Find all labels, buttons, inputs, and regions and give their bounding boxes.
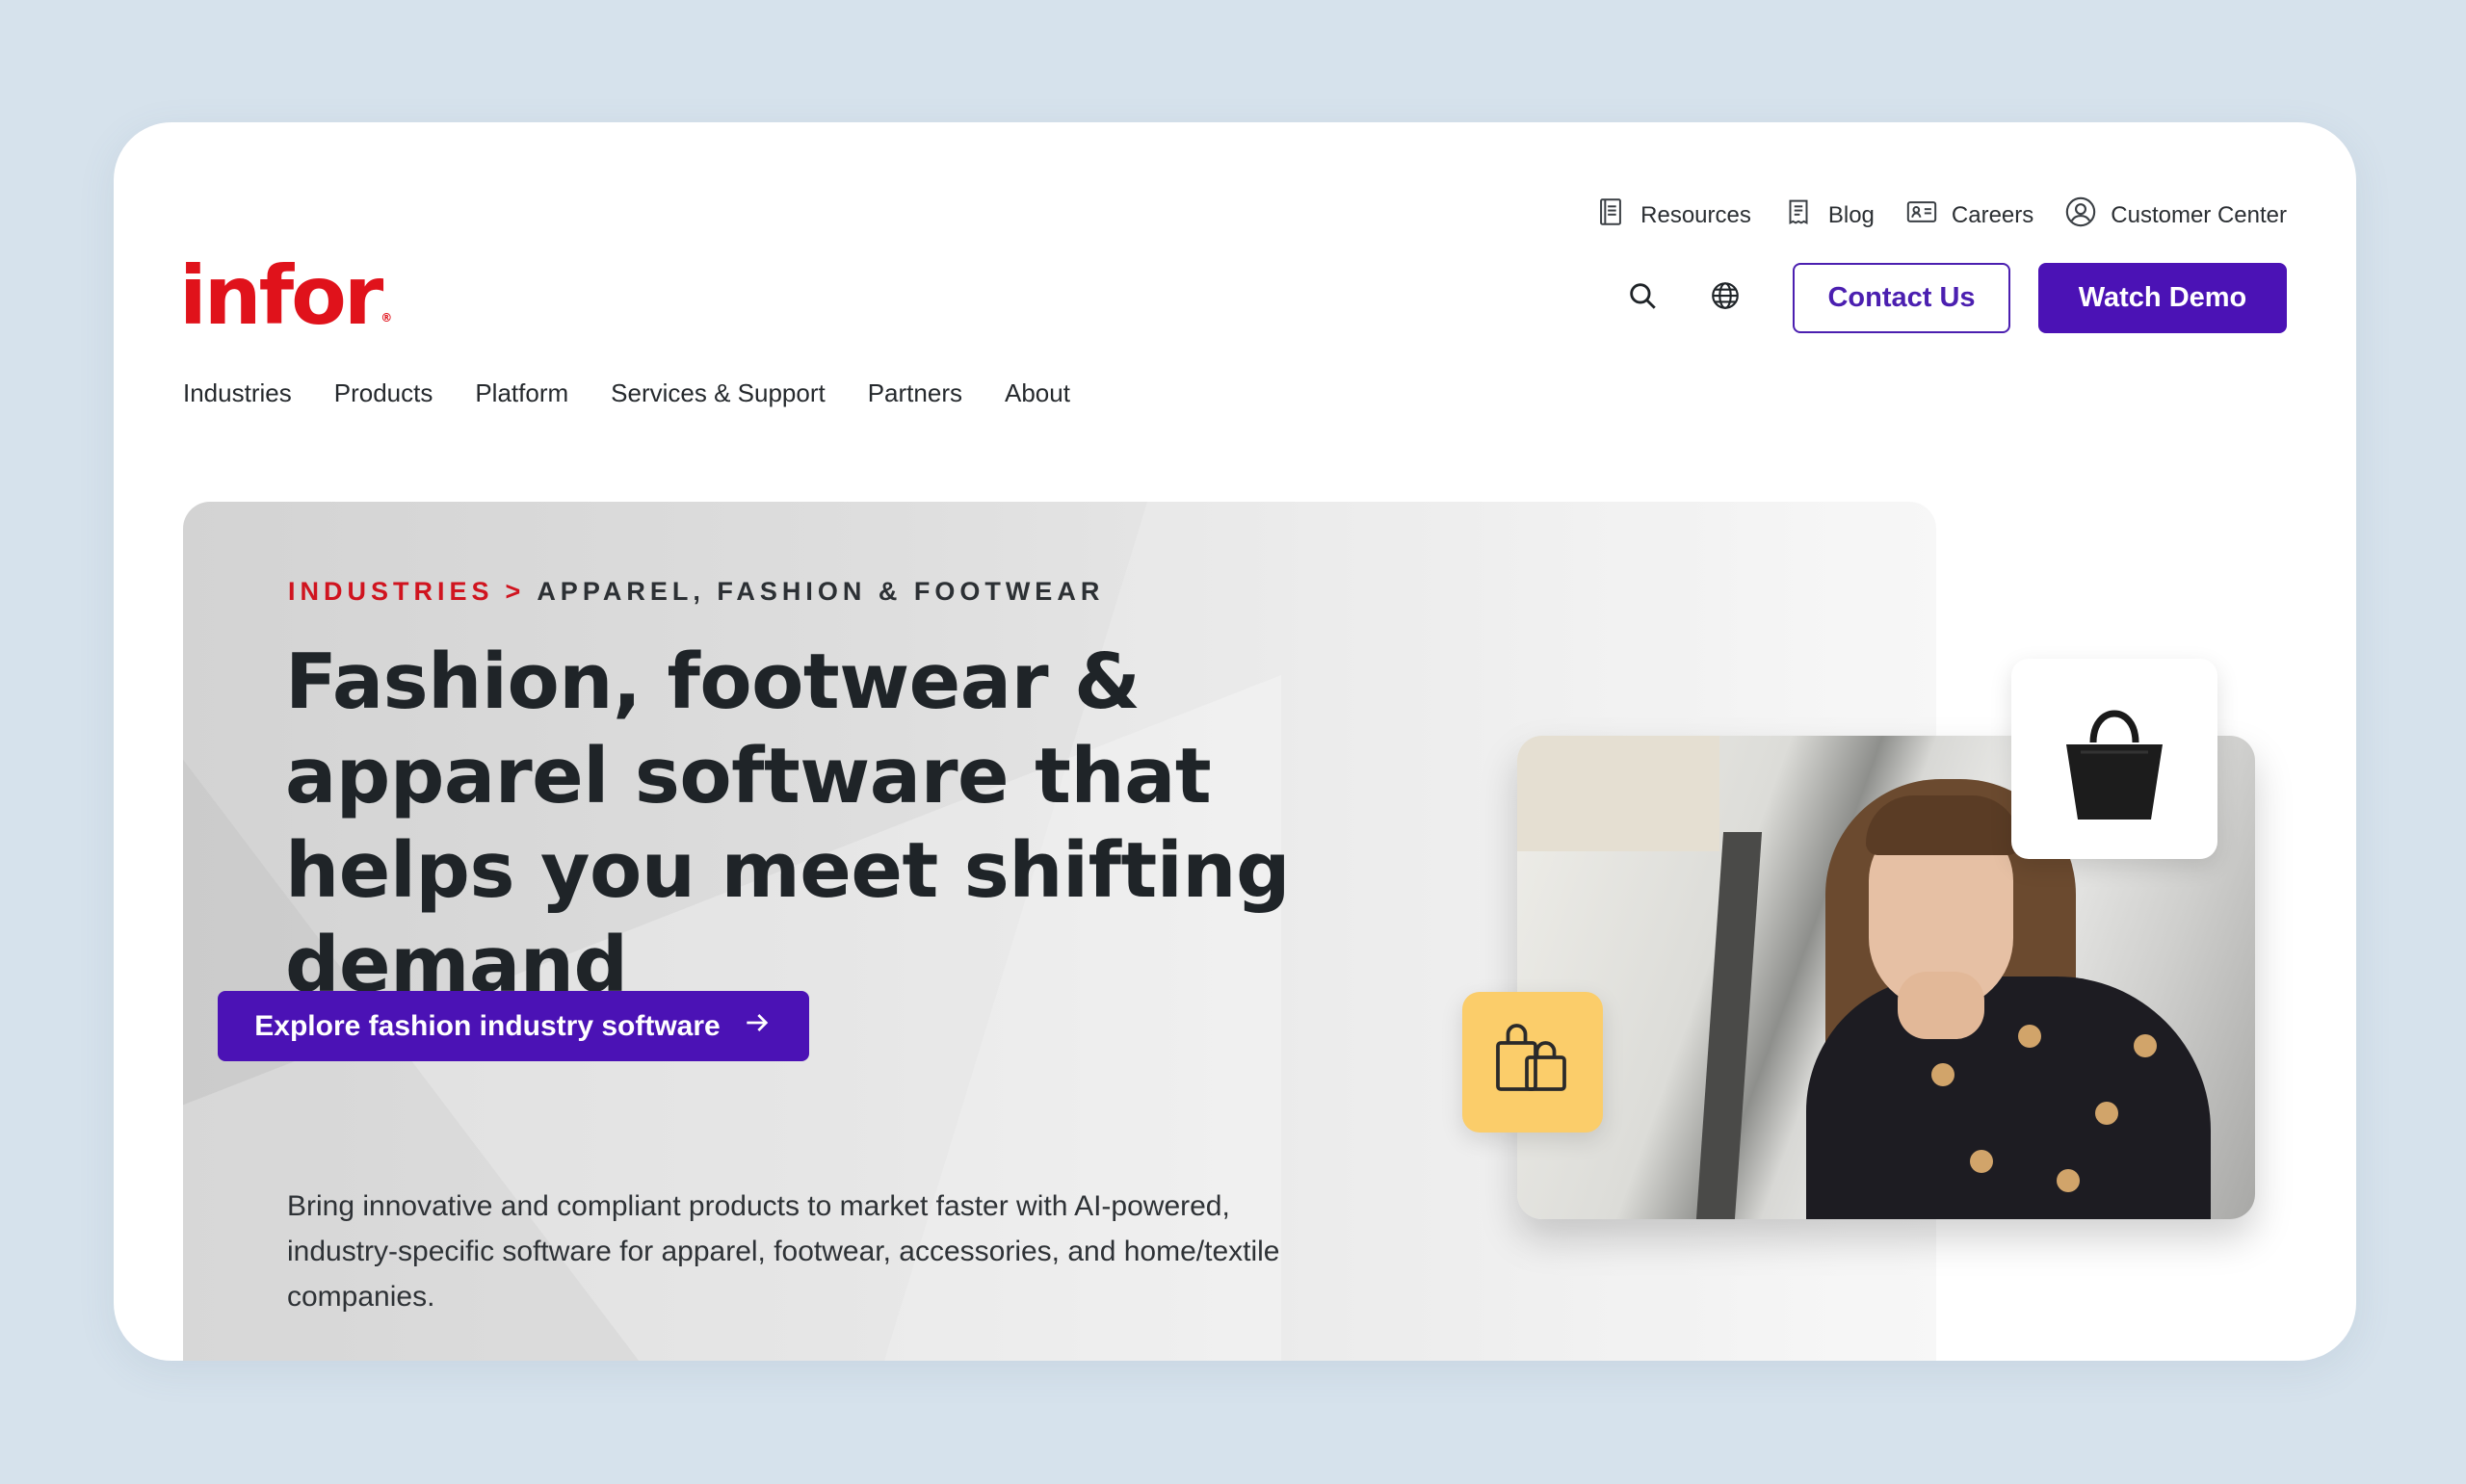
header-actions: Contact Us Watch Demo: [1617, 263, 2287, 333]
contact-us-button[interactable]: Contact Us: [1793, 263, 2010, 333]
search-button[interactable]: [1617, 273, 1667, 324]
description-line: companies.: [287, 1281, 435, 1313]
language-button[interactable]: [1700, 273, 1750, 324]
customer-center-label: Customer Center: [2111, 201, 2287, 228]
shopping-bags-icon: [1486, 1014, 1579, 1111]
blog-link[interactable]: Blog: [1782, 195, 1875, 235]
shopping-bags-badge: [1462, 992, 1603, 1133]
title-line: apparel software that: [285, 732, 1212, 820]
title-line: helps you meet shifting: [285, 826, 1291, 915]
careers-label: Careers: [1951, 201, 2034, 228]
description-line: Bring innovative and compliant products …: [287, 1190, 1230, 1222]
blog-label: Blog: [1827, 201, 1875, 228]
breadcrumb: INDUSTRIES > APPAREL, FASHION & FOOTWEAR: [288, 577, 1104, 607]
nav-item-platform[interactable]: Platform: [475, 378, 568, 408]
resources-link[interactable]: Resources: [1594, 195, 1751, 235]
breadcrumb-separator: >: [505, 577, 526, 606]
nav-item-about[interactable]: About: [1005, 378, 1070, 408]
nav-item-industries[interactable]: Industries: [183, 378, 292, 408]
resources-label: Resources: [1640, 201, 1751, 228]
careers-link[interactable]: Careers: [1905, 195, 2033, 235]
nav-item-services-support[interactable]: Services & Support: [611, 378, 826, 408]
breadcrumb-current: APPAREL, FASHION & FOOTWEAR: [537, 577, 1105, 606]
search-icon: [1626, 279, 1659, 317]
watch-demo-button[interactable]: Watch Demo: [2038, 263, 2287, 333]
title-line: Fashion, footwear &: [285, 638, 1141, 726]
globe-icon: [1709, 279, 1742, 317]
cta-label: Explore fashion industry software: [254, 1009, 721, 1042]
logo-text: infor: [179, 248, 383, 343]
main-nav: Industries Products Platform Services & …: [183, 378, 1070, 408]
utility-nav: Resources Blog Careers Customer Center: [1594, 195, 2287, 235]
nav-item-products[interactable]: Products: [334, 378, 433, 408]
user-circle-icon: [2064, 195, 2097, 235]
explore-software-button[interactable]: Explore fashion industry software: [218, 991, 809, 1061]
browser-page: Resources Blog Careers Customer Center i…: [114, 122, 2356, 1361]
book-icon: [1594, 195, 1627, 235]
document-icon: [1782, 195, 1815, 235]
breadcrumb-industries[interactable]: INDUSTRIES: [288, 577, 494, 607]
hero-description: Bring innovative and compliant products …: [287, 1184, 1356, 1319]
nav-item-partners[interactable]: Partners: [868, 378, 962, 408]
id-card-icon: [1905, 195, 1938, 235]
description-line: industry-specific software for apparel, …: [287, 1236, 1280, 1267]
handbag-card: [2011, 659, 2217, 859]
arrow-right-icon: [742, 1007, 773, 1046]
handbag-icon: [2037, 685, 2191, 834]
page-title: Fashion, footwear & apparel software tha…: [285, 635, 1345, 1012]
customer-center-link[interactable]: Customer Center: [2064, 195, 2287, 235]
registered-mark: ®: [380, 311, 393, 325]
infor-logo[interactable]: infor®: [179, 255, 392, 336]
